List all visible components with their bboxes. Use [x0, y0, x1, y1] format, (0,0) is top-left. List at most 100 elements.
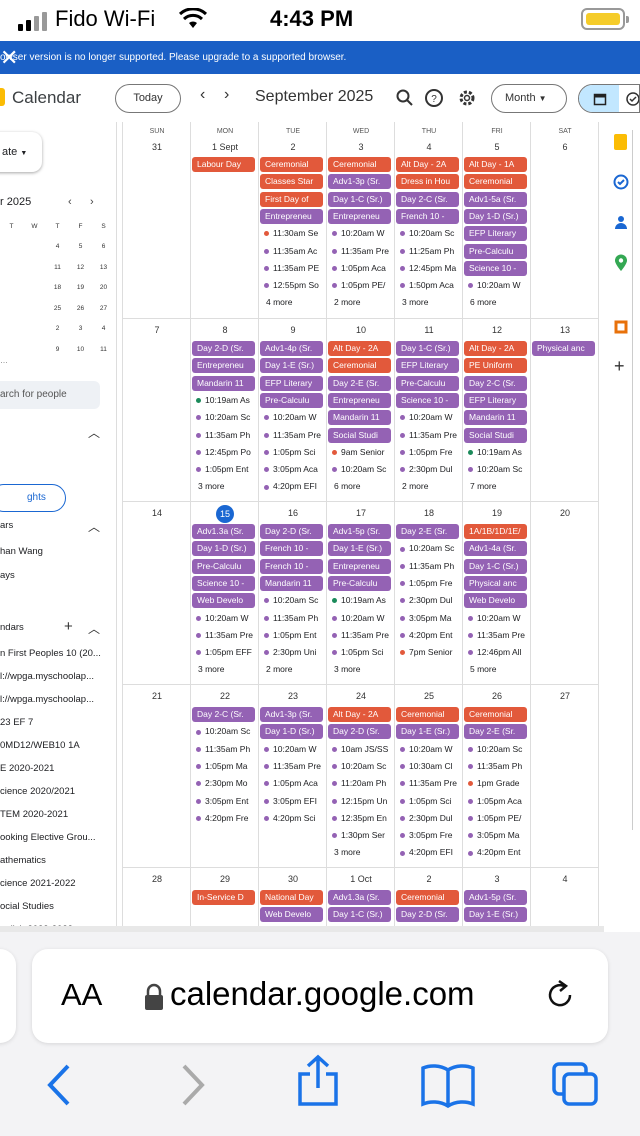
day-cell[interactable]: 30 National Day Web Develo — [259, 868, 327, 932]
timed-event[interactable]: 1:05pm Aca — [468, 794, 530, 809]
timed-event[interactable]: 11:25am Ph — [400, 244, 462, 259]
all-day-event[interactable]: PE Uniform — [464, 358, 527, 374]
mini-day[interactable]: 12 — [69, 264, 92, 271]
timed-event[interactable]: 10:20am W — [468, 278, 530, 293]
all-day-event[interactable]: Adv1-3p (Sr. — [328, 174, 391, 190]
all-day-event[interactable]: Day 1-E (Sr.) — [396, 724, 459, 740]
all-day-event[interactable]: Mandarin 11 — [192, 375, 255, 391]
more-events-link[interactable]: 2 more — [266, 664, 292, 674]
all-day-event[interactable]: Day 2-D (Sr. — [328, 724, 391, 740]
timed-event[interactable]: 12:55pm So — [264, 278, 326, 293]
timed-event[interactable]: 1:05pm PE/ — [332, 278, 394, 293]
other-calendar-item[interactable]: cience 2021-2022 — [0, 878, 76, 889]
day-cell[interactable]: 11 Day 1-C (Sr.) EFP Literary Pre-Calculu Sc… — [395, 319, 463, 501]
all-day-event[interactable]: Pre-Calculu — [260, 392, 323, 408]
timed-event[interactable]: 9am Senior — [332, 445, 394, 460]
day-number[interactable]: 16 — [259, 508, 327, 518]
day-number[interactable]: 13 — [531, 325, 599, 335]
chevron-up-icon[interactable]: ︿ — [88, 424, 100, 441]
add-icon[interactable]: + — [64, 618, 73, 635]
timed-event[interactable]: 1:05pm Aca — [332, 261, 394, 276]
all-day-event[interactable]: 1A/1B/1D/1E/ — [464, 524, 527, 539]
timed-event[interactable]: 10:20am W — [400, 410, 462, 425]
all-day-event[interactable]: EFP Literary — [396, 358, 459, 374]
timed-event[interactable]: 10:20am Sc — [400, 226, 462, 241]
timed-event[interactable]: 10am JS/SS — [332, 742, 394, 757]
day-number[interactable]: 27 — [531, 691, 599, 701]
other-calendar-item[interactable]: TEM 2020-2021 — [0, 809, 68, 820]
mini-day[interactable]: 20 — [92, 284, 115, 291]
all-day-event[interactable]: Day 2-C (Sr. — [464, 375, 527, 391]
timed-event[interactable]: 1:05pm Ma — [196, 759, 258, 774]
timed-event[interactable]: 10:20am W — [468, 611, 530, 626]
day-cell[interactable]: 12 Alt Day - 2A PE Uniform Day 2-C (Sr. EFP … — [463, 319, 531, 501]
all-day-event[interactable]: Day 2-E (Sr. — [396, 524, 459, 539]
other-calendar-item[interactable]: E 2020-2021 — [0, 763, 54, 774]
other-calendar-item[interactable]: l://wpga.myschoolap... — [0, 671, 94, 682]
all-day-event[interactable]: Physical anc — [464, 575, 527, 591]
all-day-event[interactable]: Entrepreneu — [192, 358, 255, 374]
all-day-event[interactable]: Day 1-C (Sr.) — [464, 558, 527, 574]
mini-day[interactable]: 4 — [92, 325, 115, 332]
timed-event[interactable]: 10:19am As — [468, 445, 530, 460]
all-day-event[interactable]: Mandarin 11 — [464, 410, 527, 426]
all-day-event[interactable]: Pre-Calculu — [328, 575, 391, 591]
all-day-event[interactable]: Day 1-D (Sr.) — [464, 208, 527, 224]
timed-event[interactable]: 11:35am Pre — [264, 428, 326, 443]
timed-event[interactable]: 11:35am Pre — [400, 428, 462, 443]
day-cell[interactable]: 10 Alt Day - 2A Ceremonial Day 2-E (Sr. Entr… — [327, 319, 395, 501]
timed-event[interactable]: 1:30pm Ser — [332, 828, 394, 843]
timed-event[interactable]: 1:05pm Aca — [264, 776, 326, 791]
timed-event[interactable]: 10:20am Sc — [196, 410, 258, 425]
keep-icon[interactable] — [614, 134, 627, 150]
mini-day[interactable]: 6 — [92, 243, 115, 250]
all-day-event[interactable]: Adv1.3a (Sr. — [192, 524, 255, 539]
timed-event[interactable]: 2:30pm Uni — [264, 645, 326, 660]
tasks-icon[interactable] — [613, 174, 629, 190]
bookmarks-icon[interactable] — [420, 1062, 476, 1108]
reload-icon[interactable] — [542, 977, 578, 1013]
day-cell[interactable]: THU 4 Alt Day - 2A Dress in Hou Day 2-C (Sr.… — [395, 122, 463, 318]
all-day-event[interactable]: Day 2-E (Sr. — [464, 724, 527, 740]
day-number[interactable]: 11 — [395, 325, 463, 335]
timed-event[interactable]: 11:35am Ph — [196, 428, 258, 443]
more-events-link[interactable]: 6 more — [334, 481, 360, 491]
all-day-event[interactable]: Social Studi — [328, 427, 391, 443]
timed-event[interactable]: 4:20pm Ent — [468, 845, 530, 860]
day-cell[interactable]: 8 Day 2-D (Sr. Entrepreneu Mandarin 11 10:19… — [191, 319, 259, 501]
timed-event[interactable]: 11:35am Ph — [264, 611, 326, 626]
day-number[interactable]: 25 — [395, 691, 463, 701]
mini-prev-button[interactable]: ‹ — [68, 196, 72, 208]
timed-event[interactable]: 4:20pm EFI — [264, 479, 326, 494]
day-number[interactable]: 5 — [463, 142, 531, 152]
day-cell[interactable]: 25 Ceremonial Day 1-E (Sr.) 10:20am W 10:30a… — [395, 685, 463, 867]
day-cell[interactable]: 28 — [123, 868, 191, 932]
all-day-event[interactable]: Ceremonial — [396, 707, 459, 722]
day-cell[interactable]: 7 — [123, 319, 191, 501]
day-cell[interactable]: MON 1 Sept Labour Day — [191, 122, 259, 318]
timed-event[interactable]: 12:45pm Ma — [400, 261, 462, 276]
timed-event[interactable]: 4:20pm EFI — [400, 845, 462, 860]
timed-event[interactable]: 11:35am Ac — [264, 244, 326, 259]
day-number[interactable]: 2 — [395, 874, 463, 884]
mini-day[interactable]: 19 — [69, 284, 92, 291]
office-addon-icon[interactable] — [614, 320, 628, 334]
all-day-event[interactable]: Ceremonial — [260, 157, 323, 172]
day-cell[interactable]: 2 Ceremonial Day 2-D (Sr. — [395, 868, 463, 932]
all-day-event[interactable]: Day 1-C (Sr.) — [328, 907, 391, 923]
timed-event[interactable]: 2:30pm Dul — [400, 811, 462, 826]
all-day-event[interactable]: Alt Day - 2A — [328, 341, 391, 356]
day-number[interactable]: 24 — [327, 691, 395, 701]
all-day-event[interactable]: Web Develo — [464, 593, 527, 609]
timed-event[interactable]: 10:20am Sc — [196, 724, 258, 739]
day-cell[interactable]: 3 Adv1-5p (Sr. Day 1-E (Sr.) — [463, 868, 531, 932]
add-addon-icon[interactable]: + — [614, 356, 625, 377]
all-day-event[interactable]: Adv1-4a (Sr. — [464, 541, 527, 557]
all-day-event[interactable]: Pre-Calculu — [192, 558, 255, 574]
timed-event[interactable]: 12:35pm En — [332, 811, 394, 826]
timed-event[interactable]: 12:15pm Un — [332, 794, 394, 809]
all-day-event[interactable]: Adv1-3p (Sr. — [260, 707, 323, 722]
timed-event[interactable]: 2:30pm Dul — [400, 462, 462, 477]
other-calendar-item[interactable]: athematics — [0, 855, 46, 866]
timed-event[interactable]: 3:05pm Ent — [196, 794, 258, 809]
